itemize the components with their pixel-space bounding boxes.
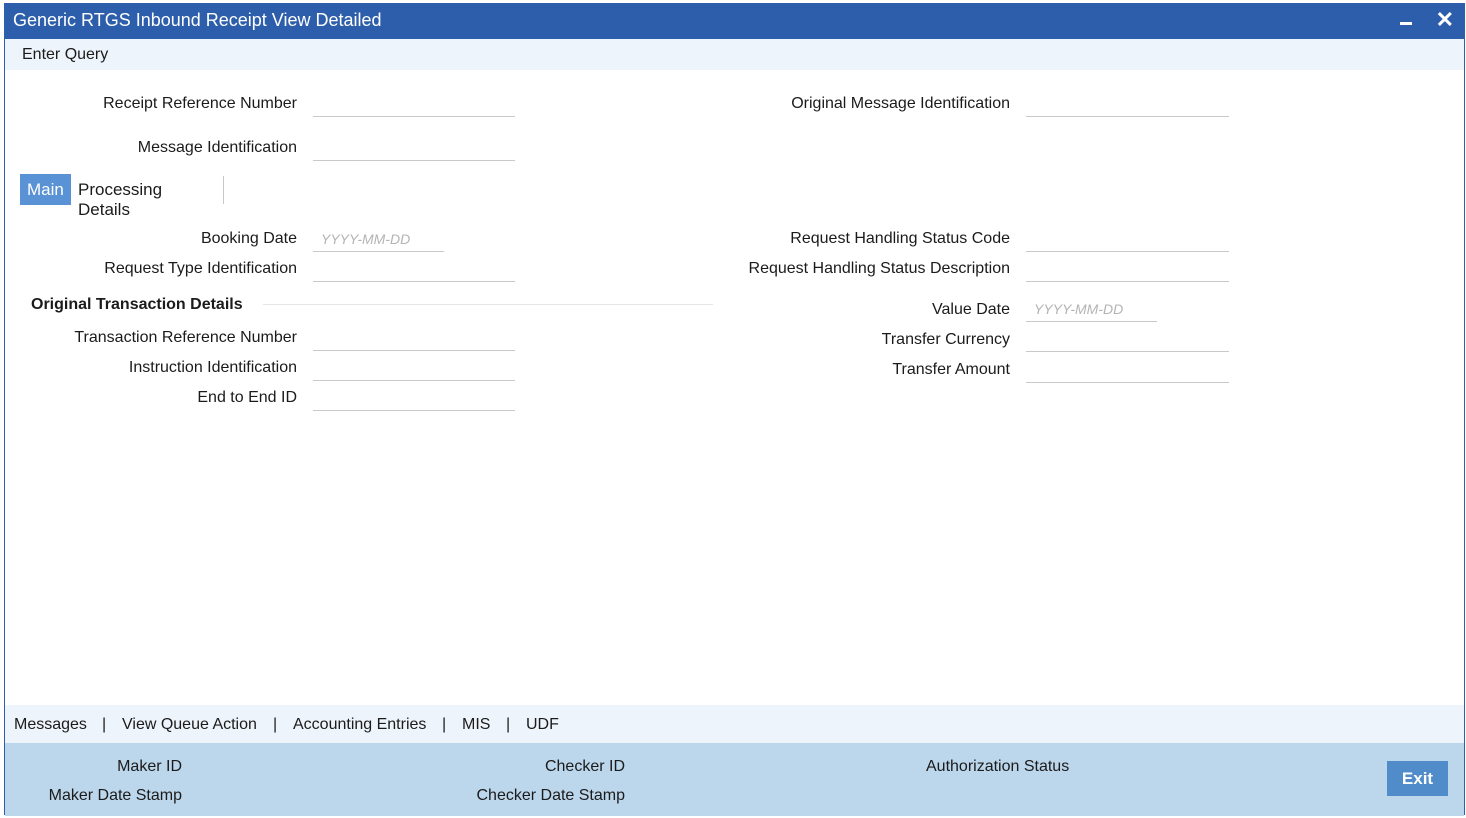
instruction-identification-input[interactable] <box>313 355 515 381</box>
original-message-identification-label: Original Message Identification <box>791 95 1010 112</box>
title-bar: Generic RTGS Inbound Receipt View Detail… <box>5 4 1464 39</box>
transfer-currency-input[interactable] <box>1026 326 1229 352</box>
message-identification-input[interactable] <box>313 135 515 161</box>
link-separator: | <box>273 716 278 733</box>
transaction-reference-number-input[interactable] <box>313 325 515 351</box>
tab-main[interactable]: Main <box>20 174 71 205</box>
transaction-reference-number-label: Transaction Reference Number <box>74 329 297 346</box>
value-date-input[interactable] <box>1026 296 1157 322</box>
transfer-amount-input[interactable] <box>1026 357 1229 383</box>
end-to-end-id-input[interactable] <box>313 385 515 411</box>
maker-date-stamp-label: Maker Date Stamp <box>48 787 182 804</box>
enter-query-button[interactable]: Enter Query <box>22 46 108 64</box>
value-date-label: Value Date <box>932 301 1010 318</box>
original-message-identification-input[interactable] <box>1026 91 1229 117</box>
request-handling-status-description-label: Request Handling Status Description <box>748 260 1010 277</box>
link-separator: | <box>102 716 107 733</box>
mis-link[interactable]: MIS <box>462 716 490 734</box>
checker-id-label: Checker ID <box>544 758 625 775</box>
request-handling-status-code-label: Request Handling Status Code <box>790 230 1010 247</box>
section-divider <box>263 304 713 305</box>
transfer-amount-label: Transfer Amount <box>892 361 1010 378</box>
receipt-reference-number-input[interactable] <box>313 91 515 117</box>
exit-button[interactable]: Exit <box>1387 761 1448 796</box>
maker-id-label: Maker ID <box>117 758 182 775</box>
original-transaction-details-heading: Original Transaction Details <box>31 296 243 313</box>
udf-link[interactable]: UDF <box>526 716 559 734</box>
footer-link-bar: Messages | View Queue Action | Accountin… <box>5 705 1464 743</box>
tab-divider <box>223 176 224 204</box>
request-handling-status-code-input[interactable] <box>1026 226 1229 252</box>
audit-bar: Maker ID Maker Date Stamp Checker ID Che… <box>5 743 1464 816</box>
message-identification-label: Message Identification <box>137 139 297 156</box>
receipt-reference-number-label: Receipt Reference Number <box>103 95 297 112</box>
request-type-identification-label: Request Type Identification <box>104 260 297 277</box>
link-separator: | <box>442 716 447 733</box>
request-handling-status-description-input[interactable] <box>1026 256 1229 282</box>
checker-date-stamp-label: Checker Date Stamp <box>476 787 625 804</box>
end-to-end-id-label: End to End ID <box>197 389 297 406</box>
link-separator: | <box>506 716 511 733</box>
authorization-status-label: Authorization Status <box>926 758 1070 775</box>
minimize-icon[interactable] <box>1400 10 1414 30</box>
booking-date-label: Booking Date <box>200 230 297 247</box>
request-type-identification-input[interactable] <box>313 256 515 282</box>
toolbar: Enter Query <box>5 39 1464 70</box>
instruction-identification-label: Instruction Identification <box>128 359 297 376</box>
accounting-entries-link[interactable]: Accounting Entries <box>293 716 426 734</box>
form-window: Generic RTGS Inbound Receipt View Detail… <box>4 3 1465 816</box>
booking-date-input[interactable] <box>313 226 444 252</box>
close-icon[interactable]: ✕ <box>1436 7 1454 33</box>
tab-processing-details[interactable]: Processing Details <box>71 174 169 219</box>
view-queue-action-link[interactable]: View Queue Action <box>122 716 257 734</box>
window-title: Generic RTGS Inbound Receipt View Detail… <box>13 10 382 30</box>
transfer-currency-label: Transfer Currency <box>881 331 1010 348</box>
messages-link[interactable]: Messages <box>14 716 87 734</box>
